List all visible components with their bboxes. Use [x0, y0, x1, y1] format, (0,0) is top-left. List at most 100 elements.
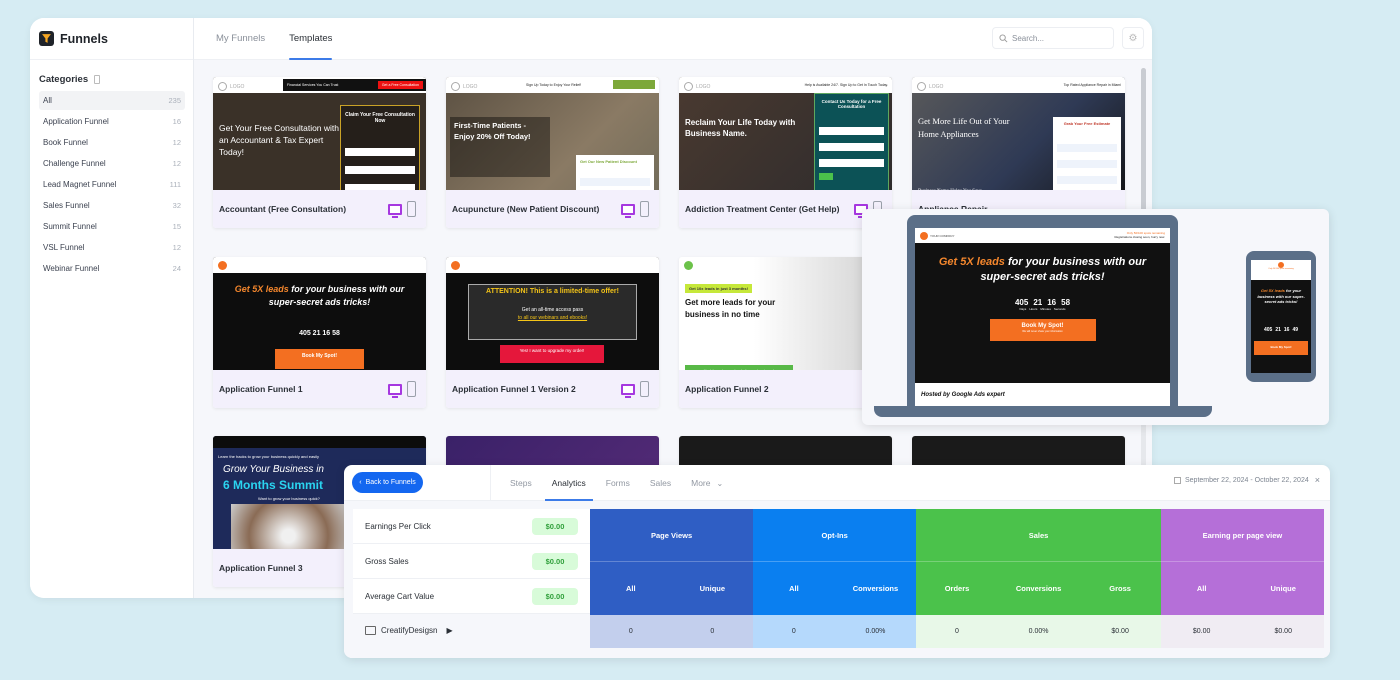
sidebar: Funnels Categories All 235 Application Fun… [30, 18, 194, 598]
back-to-funnels-button[interactable]: ‹ Back to Funnels [352, 472, 423, 493]
tab-forms[interactable]: Forms [596, 465, 640, 501]
category-count: 12 [172, 243, 181, 252]
table-cell: 0 [671, 615, 754, 648]
tab-templates[interactable]: Templates [277, 18, 344, 60]
table-cell: $0.00 [1160, 615, 1243, 648]
thumb-sub: Want to grow your business quick? [258, 496, 320, 501]
template-card-footer: Accountant (Free Consultation) [213, 190, 426, 228]
thumb-topline: Financial Services You Can Trust [287, 83, 339, 87]
mobile-icon[interactable] [407, 201, 416, 217]
desktop-icon[interactable] [388, 383, 402, 398]
date-range: September 22, 2024 - October 22, 2024 [1184, 476, 1309, 484]
mobile-icon[interactable] [407, 381, 416, 397]
column-header[interactable]: Conversions [834, 562, 917, 615]
desktop-icon[interactable] [388, 203, 402, 218]
book-spot-button[interactable]: Book My Spot! We will never share your in… [989, 318, 1096, 341]
category-label: Sales Funnel [43, 201, 90, 210]
desktop-icon[interactable] [621, 203, 635, 218]
search-input[interactable]: Search... [992, 27, 1114, 49]
mobile-book-spot-button[interactable]: Book My Spot! [1254, 340, 1308, 355]
column-header[interactable]: All [1160, 562, 1243, 615]
logo-placeholder: LOGO [684, 82, 710, 91]
category-label: Lead Magnet Funnel [43, 180, 117, 189]
column-header[interactable]: Gross [1079, 562, 1161, 615]
funnel-row[interactable]: CreatifyDesigsn ▶ [353, 614, 590, 647]
category-count: 15 [172, 222, 181, 231]
template-card[interactable]: LOGO Financial Services You Can Trust Ge… [213, 77, 426, 228]
mobile-countdown: 405 21 16 49 [1263, 326, 1299, 333]
sidebar-item-category[interactable]: Lead Magnet Funnel 111 [39, 175, 185, 194]
tab-my-funnels[interactable]: My Funnels [204, 18, 277, 60]
mobile-icon[interactable] [640, 381, 649, 397]
category-label: Book Funnel [43, 138, 88, 147]
sidebar-item-category[interactable]: Summit Funnel 15 [39, 217, 185, 236]
thumb-cta: Get a Free Consultation [377, 81, 423, 89]
thumb-topline: Top Rated Appliance Repair in Miami [1063, 83, 1121, 87]
thumb-headline: Get More Life Out of Your Home Appliance… [918, 116, 1010, 139]
sidebar-item-category[interactable]: Sales Funnel 32 [39, 196, 185, 215]
company-logo-icon [920, 231, 928, 240]
sidebar-item-category[interactable]: VSL Funnel 12 [39, 238, 185, 257]
thumb-headline: Get Your Free Consultation with an Accou… [219, 123, 340, 157]
phone-screen: Only 50/100 spots remaining Get 5X leads… [1251, 260, 1311, 373]
template-card[interactable]: ATTENTION! This is a limited-time offer!… [446, 257, 659, 408]
template-card[interactable]: Get 5X leads for your business with our … [213, 257, 426, 408]
clipboard-icon[interactable] [94, 75, 101, 84]
column-header[interactable]: Unique [671, 562, 754, 615]
search-icon [999, 33, 1008, 42]
sidebar-item-category[interactable]: Application Funnel 16 [39, 112, 185, 131]
category-count: 32 [172, 201, 181, 210]
tab-sales[interactable]: Sales [640, 465, 681, 501]
settings-gear-button[interactable]: ⚙ [1122, 27, 1144, 49]
desktop-countdown: 405 21 16 58 [1014, 297, 1071, 307]
template-card[interactable]: LOGO Sign Up Today to Enjoy Your Relief!… [446, 77, 659, 228]
play-icon[interactable]: ▶ [446, 626, 452, 635]
template-name: Acupuncture (New Patient Discount) [452, 204, 600, 214]
template-card[interactable]: LOGO Help is Available 24/7. Sign Up to … [679, 77, 892, 228]
funnel-page-icon [365, 626, 376, 635]
column-header[interactable]: Unique [1242, 562, 1324, 615]
tab-steps[interactable]: Steps [500, 465, 542, 501]
column-header[interactable]: All [590, 562, 672, 615]
metric-value: $0.00 [532, 517, 578, 535]
template-card-footer: Application Funnel 2 [679, 370, 892, 408]
group-header: Opt-Ins [753, 509, 917, 562]
date-range-picker[interactable]: September 22, 2024 - October 22, 2024 × [1173, 475, 1320, 485]
thumb-form-title: Get Our New Patient Discount [580, 159, 637, 164]
funnel-logo-icon [39, 31, 54, 46]
sidebar-item-category[interactable]: All 235 [39, 91, 185, 110]
mobile-icon[interactable] [640, 201, 649, 217]
analytics-panel: ‹ Back to Funnels Steps Analytics Forms S… [344, 465, 1330, 658]
template-card-footer: Application Funnel 1 [213, 370, 426, 408]
thumb-form-title: Claim Your Free Consultation Now [345, 112, 415, 124]
template-card-footer: Acupuncture (New Patient Discount) [446, 190, 659, 228]
table-cell: $0.00 [1242, 615, 1324, 648]
desktop-icon[interactable] [621, 383, 635, 398]
column-header[interactable]: Orders [916, 562, 998, 615]
column-header[interactable]: Conversions [997, 562, 1080, 615]
group-header: Page Views [590, 509, 754, 562]
categories-label: Categories [39, 74, 89, 85]
sidebar-item-category[interactable]: Challenge Funnel 12 [39, 154, 185, 173]
gear-icon: ⚙ [1128, 32, 1138, 44]
tab-analytics[interactable]: Analytics [542, 465, 596, 501]
company-logo-icon [218, 261, 227, 270]
table-cell: 0 [916, 615, 998, 648]
thumb-headline: First-Time Patients - Enjoy 20% Off Toda… [454, 121, 531, 141]
close-icon[interactable]: × [1315, 475, 1320, 485]
laptop-base [874, 406, 1212, 417]
sidebar-item-category[interactable]: Book Funnel 12 [39, 133, 185, 152]
thumb-headline: Grow Your Business in [223, 464, 324, 475]
preview-headline: Get 5X leads for your business with our … [938, 256, 1147, 284]
template-card[interactable]: Get 10x leads in just 3 months! Get more… [679, 257, 892, 408]
category-count: 111 [169, 180, 181, 189]
thumb-topline: Learn the hacks to grow your business qu… [218, 454, 319, 459]
laptop-screen: YOUR COMPANY Only 50/100 spots remaining… [915, 228, 1170, 410]
metric-value: $0.00 [532, 587, 578, 605]
company-logo-icon [684, 261, 693, 270]
tab-more[interactable]: More ⌄ [681, 465, 733, 501]
column-header[interactable]: All [753, 562, 835, 615]
template-card[interactable]: LOGO Top Rated Appliance Repair in Miami… [912, 77, 1125, 228]
sidebar-item-category[interactable]: Webinar Funnel 24 [39, 259, 185, 278]
table-cell: $0.00 [1079, 615, 1161, 648]
